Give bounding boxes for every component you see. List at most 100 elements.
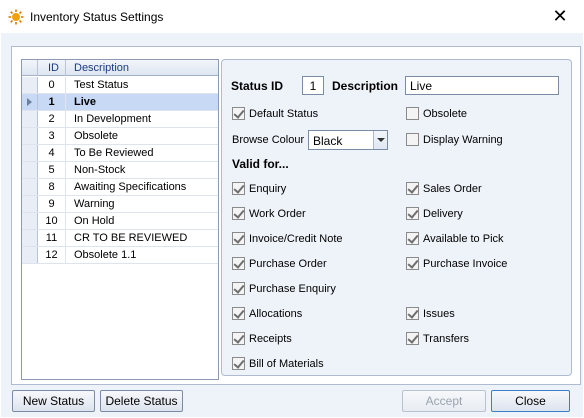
bill-of-materials-label: Bill of Materials bbox=[249, 358, 324, 370]
close-button[interactable]: Close bbox=[491, 390, 570, 412]
table-row[interactable]: 12 Obsolete 1.1 bbox=[22, 247, 218, 264]
column-header-description[interactable]: Description bbox=[65, 60, 218, 76]
cell-description: On Hold bbox=[65, 213, 218, 229]
invoice-credit-note-checkbox[interactable] bbox=[232, 232, 245, 245]
status-id-label: Status ID bbox=[231, 79, 284, 93]
title-bar: Inventory Status Settings ✕ bbox=[0, 0, 584, 33]
purchase-enquiry-checkbox[interactable] bbox=[232, 282, 245, 295]
work-order-checkbox[interactable] bbox=[232, 207, 245, 220]
browse-colour-label: Browse Colour bbox=[232, 134, 305, 146]
table-row[interactable]: 0 Test Status bbox=[22, 77, 218, 94]
table-row[interactable]: 5 Non-Stock bbox=[22, 162, 218, 179]
purchase-order-label: Purchase Order bbox=[249, 258, 327, 270]
transfers-checkbox[interactable] bbox=[406, 332, 419, 345]
issues-checkbox[interactable] bbox=[406, 307, 419, 320]
cell-description: CR TO BE REVIEWED bbox=[65, 230, 218, 246]
cell-id: 9 bbox=[48, 198, 55, 210]
row-selector[interactable] bbox=[22, 213, 38, 229]
display-warning-label: Display Warning bbox=[423, 134, 503, 146]
cell-description: Live bbox=[65, 94, 218, 110]
issues-label: Issues bbox=[423, 308, 455, 320]
status-id-field[interactable]: 1 bbox=[302, 76, 324, 95]
available-to-pick-label: Available to Pick bbox=[423, 233, 504, 245]
bill-of-materials-checkbox[interactable] bbox=[232, 357, 245, 370]
description-field[interactable]: Live bbox=[405, 76, 559, 95]
cell-description: In Development bbox=[65, 111, 218, 127]
row-selector[interactable] bbox=[22, 94, 38, 110]
new-status-button[interactable]: New Status bbox=[12, 390, 95, 412]
app-icon bbox=[8, 9, 24, 25]
table-row[interactable]: 8 Awaiting Specifications bbox=[22, 179, 218, 196]
row-selector[interactable] bbox=[22, 162, 38, 178]
cell-id: 5 bbox=[48, 164, 55, 176]
delete-status-button[interactable]: Delete Status bbox=[100, 390, 183, 412]
row-selector[interactable] bbox=[22, 128, 38, 144]
purchase-invoice-checkbox[interactable] bbox=[406, 257, 419, 270]
obsolete-label: Obsolete bbox=[423, 108, 468, 120]
row-selector[interactable] bbox=[22, 247, 38, 263]
cell-id: 1 bbox=[48, 96, 55, 108]
row-selector[interactable] bbox=[22, 145, 38, 161]
default-status-label: Default Status bbox=[249, 108, 319, 120]
valid-for-heading: Valid for... bbox=[232, 157, 289, 171]
work-order-label: Work Order bbox=[249, 208, 306, 220]
table-row[interactable]: 2 In Development bbox=[22, 111, 218, 128]
invoice-credit-note-label: Invoice/Credit Note bbox=[249, 233, 343, 245]
description-label: Description bbox=[332, 79, 399, 93]
cell-description: Non-Stock bbox=[65, 162, 218, 178]
row-selector[interactable] bbox=[22, 111, 38, 127]
obsolete-checkbox[interactable] bbox=[406, 107, 419, 120]
allocations-label: Allocations bbox=[249, 308, 303, 320]
cell-id: 10 bbox=[45, 215, 58, 227]
display-warning-checkbox[interactable] bbox=[406, 133, 419, 146]
table-row[interactable]: 1 Live bbox=[22, 94, 218, 111]
cell-description: Obsolete bbox=[65, 128, 218, 144]
grid-header: ID Description bbox=[22, 60, 218, 76]
purchase-invoice-label: Purchase Invoice bbox=[423, 258, 508, 270]
row-selector[interactable] bbox=[22, 179, 38, 195]
allocations-checkbox[interactable] bbox=[232, 307, 245, 320]
cell-description: Test Status bbox=[65, 77, 218, 93]
window-title: Inventory Status Settings bbox=[30, 10, 164, 24]
cell-id: 11 bbox=[45, 232, 58, 244]
cell-id: 8 bbox=[48, 181, 55, 193]
accept-button[interactable]: Accept bbox=[402, 390, 486, 412]
browse-colour-select[interactable]: Black bbox=[308, 130, 388, 150]
chevron-down-icon[interactable] bbox=[373, 131, 387, 149]
details-panel: Status ID 1 Description Live Default Sta… bbox=[221, 59, 572, 376]
sales-order-checkbox[interactable] bbox=[406, 182, 419, 195]
transfers-label: Transfers bbox=[423, 333, 470, 345]
browse-colour-value: Black bbox=[313, 134, 343, 148]
row-selector[interactable] bbox=[22, 196, 38, 212]
row-selector[interactable] bbox=[22, 230, 38, 246]
current-row-arrow-icon bbox=[27, 98, 32, 106]
cell-description: Obsolete 1.1 bbox=[65, 247, 218, 263]
sales-order-label: Sales Order bbox=[423, 183, 482, 195]
delivery-checkbox[interactable] bbox=[406, 207, 419, 220]
cell-description: Warning bbox=[65, 196, 218, 212]
default-status-checkbox[interactable] bbox=[232, 107, 245, 120]
cell-id: 0 bbox=[48, 79, 55, 91]
table-row[interactable]: 11 CR TO BE REVIEWED bbox=[22, 230, 218, 247]
cell-id: 3 bbox=[48, 130, 55, 142]
enquiry-label: Enquiry bbox=[249, 183, 287, 195]
status-grid[interactable]: ID Description 0 Test Status 1 Live 2 In Deve… bbox=[21, 59, 219, 380]
column-header-id[interactable]: ID bbox=[48, 62, 59, 74]
table-row[interactable]: 3 Obsolete bbox=[22, 128, 218, 145]
cell-id: 2 bbox=[48, 113, 55, 125]
cell-id: 12 bbox=[45, 249, 58, 261]
table-row[interactable]: 4 To Be Reviewed bbox=[22, 145, 218, 162]
cell-id: 4 bbox=[48, 147, 55, 159]
row-selector-header bbox=[22, 60, 38, 76]
receipts-checkbox[interactable] bbox=[232, 332, 245, 345]
enquiry-checkbox[interactable] bbox=[232, 182, 245, 195]
cell-description: To Be Reviewed bbox=[65, 145, 218, 161]
main-panel: ID Description 0 Test Status 1 Live 2 In Deve… bbox=[11, 46, 581, 385]
table-row[interactable]: 10 On Hold bbox=[22, 213, 218, 230]
purchase-order-checkbox[interactable] bbox=[232, 257, 245, 270]
dialog-body: ID Description 0 Test Status 1 Live 2 In Deve… bbox=[1, 33, 583, 417]
row-selector[interactable] bbox=[22, 77, 38, 93]
available-to-pick-checkbox[interactable] bbox=[406, 232, 419, 245]
close-window-button[interactable]: ✕ bbox=[548, 5, 572, 27]
table-row[interactable]: 9 Warning bbox=[22, 196, 218, 213]
